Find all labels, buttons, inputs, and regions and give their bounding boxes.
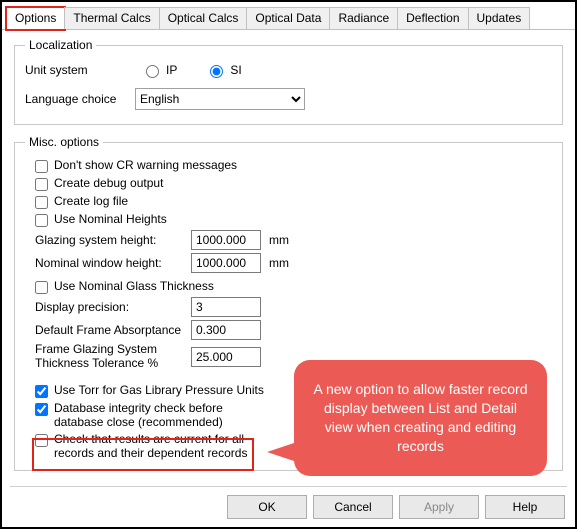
help-button[interactable]: Help <box>485 495 565 519</box>
legend-misc: Misc. options <box>25 135 103 149</box>
legend-localization: Localization <box>25 38 96 52</box>
radio-ip-label: IP <box>166 63 177 77</box>
checkbox-cr-warning[interactable] <box>35 160 48 173</box>
checkbox-nominal-glass[interactable] <box>35 281 48 294</box>
label-language: Language choice <box>25 92 135 106</box>
label-frame-absorptance: Default Frame Absorptance <box>35 323 185 337</box>
tab-optical-calcs[interactable]: Optical Calcs <box>159 7 248 29</box>
annotation-callout-tail <box>267 442 297 462</box>
label-glazing-height: Glazing system height: <box>35 233 185 247</box>
label-thickness-tolerance: Frame Glazing System Thickness Tolerance… <box>35 343 185 371</box>
input-nominal-window-height[interactable] <box>191 253 261 273</box>
label-db-integrity: Database integrity check before database… <box>54 401 264 429</box>
input-glazing-height[interactable] <box>191 230 261 250</box>
tab-radiance[interactable]: Radiance <box>329 7 398 29</box>
group-localization: Localization Unit system IP SI Language … <box>14 38 563 125</box>
tab-deflection[interactable]: Deflection <box>397 7 468 29</box>
radio-si[interactable]: SI <box>205 62 241 78</box>
tab-strip: Options Thermal Calcs Optical Calcs Opti… <box>2 2 575 30</box>
checkbox-nominal-heights[interactable] <box>35 214 48 227</box>
radio-ip-input[interactable] <box>146 65 159 78</box>
label-nominal-heights: Use Nominal Heights <box>54 212 167 226</box>
checkbox-db-integrity[interactable] <box>35 403 48 416</box>
select-language[interactable]: English <box>135 88 305 110</box>
tab-options[interactable]: Options <box>6 7 65 30</box>
label-debug-output: Create debug output <box>54 176 163 190</box>
label-cr-warning: Don't show CR warning messages <box>54 158 237 172</box>
tab-thermal-calcs[interactable]: Thermal Calcs <box>64 7 159 29</box>
label-unit-system: Unit system <box>25 63 135 77</box>
checkbox-check-results-current[interactable] <box>35 434 48 447</box>
radio-ip[interactable]: IP <box>141 62 177 78</box>
input-thickness-tolerance[interactable] <box>191 347 261 367</box>
radio-si-input[interactable] <box>210 65 223 78</box>
input-display-precision[interactable] <box>191 297 261 317</box>
tab-optical-data[interactable]: Optical Data <box>246 7 330 29</box>
annotation-callout-text: A new option to allow faster record disp… <box>310 380 531 456</box>
annotation-callout: A new option to allow faster record disp… <box>294 360 547 476</box>
label-check-results-current: Check that results are current for all r… <box>54 432 264 460</box>
label-display-precision: Display precision: <box>35 300 185 314</box>
input-frame-absorptance[interactable] <box>191 320 261 340</box>
checkbox-log-file[interactable] <box>35 196 48 209</box>
apply-button[interactable]: Apply <box>399 495 479 519</box>
dialog-button-row: OK Cancel Apply Help <box>227 495 565 519</box>
unit-glazing-height: mm <box>269 233 289 247</box>
ok-button[interactable]: OK <box>227 495 307 519</box>
cancel-button[interactable]: Cancel <box>313 495 393 519</box>
tab-updates[interactable]: Updates <box>468 7 531 29</box>
label-nominal-window-height: Nominal window height: <box>35 256 185 270</box>
checkbox-debug-output[interactable] <box>35 178 48 191</box>
radio-si-label: SI <box>230 63 241 77</box>
unit-nominal-window-height: mm <box>269 256 289 270</box>
checkbox-torr-units[interactable] <box>35 385 48 398</box>
label-nominal-glass: Use Nominal Glass Thickness <box>54 279 214 293</box>
label-log-file: Create log file <box>54 194 128 208</box>
label-torr-units: Use Torr for Gas Library Pressure Units <box>54 383 264 397</box>
radio-group-unit-system: IP SI <box>141 62 242 78</box>
dialog-separator <box>10 486 567 487</box>
